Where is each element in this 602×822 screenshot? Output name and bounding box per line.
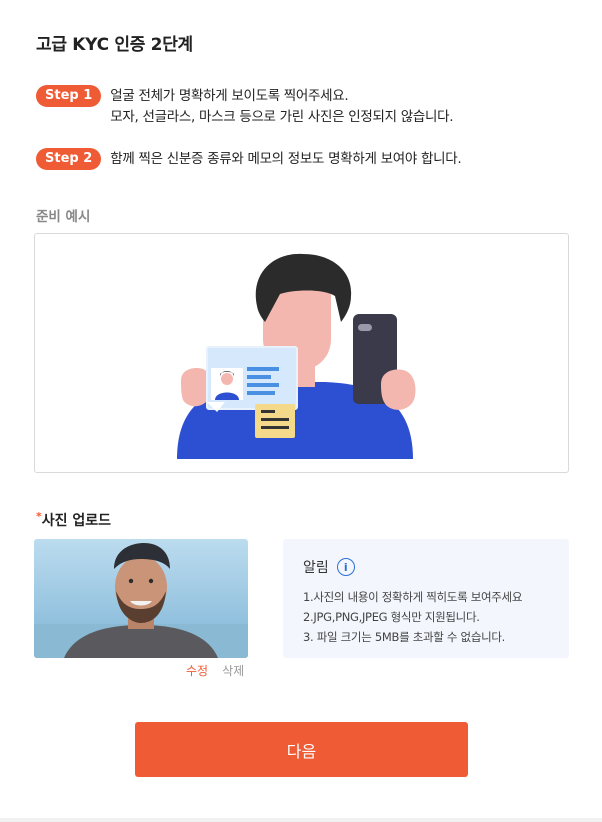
uploaded-photo-image — [34, 539, 248, 658]
photo-actions: 수정 삭제 — [186, 662, 244, 679]
kyc-example-illustration — [177, 253, 416, 459]
notice-list: 1.사진의 내용이 정확하게 찍히도록 보여주세요 2.JPG,PNG,JPEG… — [303, 587, 549, 647]
step-1-text: 얼굴 전체가 명확하게 보이도록 찍어주세요. 모자, 선글라스, 마스크 등으… — [110, 86, 453, 128]
uploaded-photo-thumbnail[interactable] — [34, 539, 248, 658]
delete-photo-button[interactable]: 삭제 — [222, 662, 244, 679]
notice-title: 알림 — [303, 560, 329, 576]
step-1-line-2: 모자, 선글라스, 마스크 등으로 가린 사진은 인정되지 않습니다. — [110, 109, 454, 125]
next-button[interactable]: 다음 — [135, 722, 468, 777]
notice-item: 3. 파일 크기는 5MB를 초과할 수 없습니다. — [303, 630, 506, 644]
step-2-text: 함께 찍은 신분증 종류와 메모의 정보도 명확하게 보여야 합니다. — [110, 149, 461, 170]
step-2-line-1: 함께 찍은 신분증 종류와 메모의 정보도 명확하게 보여야 합니다. — [110, 151, 462, 167]
notice-header: 알림 i — [303, 557, 549, 577]
notice-panel: 알림 i 1.사진의 내용이 정확하게 찍히도록 보여주세요 2.JPG,PNG… — [283, 539, 569, 658]
example-illustration-box — [34, 233, 569, 473]
page-title: 고급 KYC 인증 2단계 — [36, 35, 193, 55]
kyc-step2-page: 고급 KYC 인증 2단계 Step 1 얼굴 전체가 명확하게 보이도록 찍어… — [0, 0, 602, 822]
step-2-badge: Step 2 — [36, 148, 102, 170]
step-1: Step 1 얼굴 전체가 명확하게 보이도록 찍어주세요. 모자, 선글라스,… — [36, 85, 454, 128]
notice-item: 2.JPG,PNG,JPEG 형식만 지원됩니다. — [303, 610, 480, 624]
bottom-divider — [0, 818, 602, 822]
step-1-badge: Step 1 — [36, 85, 102, 107]
step-2: Step 2 함께 찍은 신분증 종류와 메모의 정보도 명확하게 보여야 합니… — [36, 148, 462, 170]
example-label: 준비 예시 — [36, 209, 91, 225]
edit-photo-button[interactable]: 수정 — [186, 662, 208, 679]
upload-label-text: 사진 업로드 — [41, 513, 112, 529]
info-icon: i — [336, 558, 355, 576]
notice-item: 1.사진의 내용이 정확하게 찍히도록 보여주세요 — [303, 590, 523, 604]
step-1-line-1: 얼굴 전체가 명확하게 보이도록 찍어주세요. — [110, 88, 349, 104]
upload-label: *사진 업로드 — [36, 510, 111, 530]
